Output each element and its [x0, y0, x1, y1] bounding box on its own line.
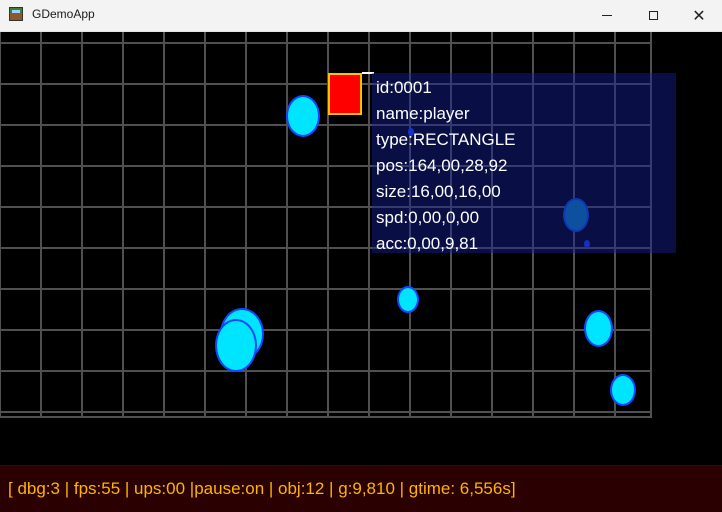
ball — [584, 310, 613, 347]
info-name: name:player — [376, 104, 470, 123]
ball — [610, 374, 636, 406]
ball — [215, 319, 257, 372]
info-type: type:RECTANGLE — [376, 130, 516, 149]
minimize-icon — [602, 15, 612, 16]
window-title: GDemoApp — [32, 7, 95, 21]
status-text: [ dbg:3 | fps:55 | ups:00 |pause:on | ob… — [8, 479, 516, 498]
close-icon: ✕ — [692, 5, 706, 25]
info-size: size:16,00,16,00 — [376, 182, 501, 201]
maximize-button[interactable] — [630, 0, 676, 31]
minimize-button[interactable] — [584, 0, 630, 31]
debug-status-bar: [ dbg:3 | fps:55 | ups:00 |pause:on | ob… — [0, 465, 722, 512]
game-viewport[interactable]: id:0001 name:player type:RECTANGLE pos:1… — [0, 32, 722, 512]
info-id: id:0001 — [376, 78, 432, 97]
info-acc: acc:0,00,9,81 — [376, 234, 479, 253]
title-bar: GDemoApp ✕ — [0, 0, 722, 32]
ball — [397, 286, 419, 313]
game-window-icon — [9, 7, 23, 21]
ball — [286, 95, 320, 137]
close-button[interactable]: ✕ — [676, 0, 722, 31]
info-pos: pos:164,00,28,92 — [376, 156, 508, 175]
info-spd: spd:0,00,0,00 — [376, 208, 480, 227]
player-rectangle[interactable] — [328, 73, 362, 115]
maximize-icon — [648, 11, 658, 20]
debug-info-panel: id:0001 name:player type:RECTANGLE pos:1… — [372, 73, 676, 253]
